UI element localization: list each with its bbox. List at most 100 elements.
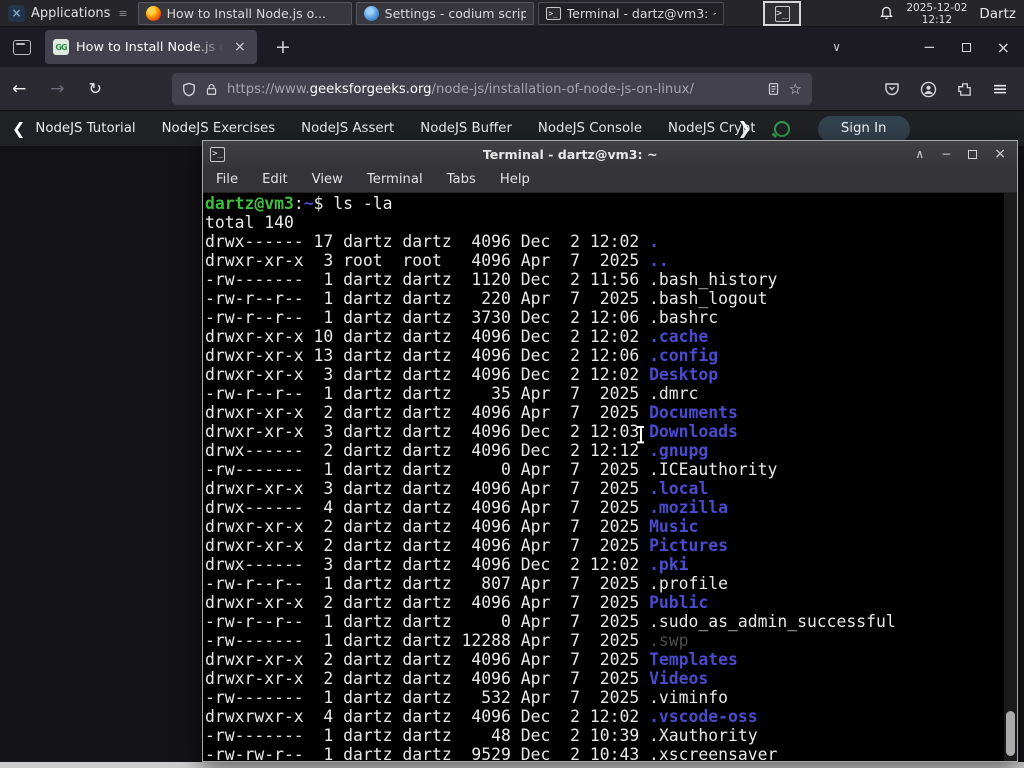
gfg-nav-item[interactable]: NodeJS Exercises [162, 121, 276, 136]
menu-help[interactable]: Help [500, 172, 530, 187]
tab-close-icon[interactable]: × [231, 39, 249, 55]
terminal-line: drwxr-xr-x 3 root root 4096 Apr 7 2025 .… [205, 251, 669, 270]
terminal-line: -rw-r--r-- 1 dartz dartz 807 Apr 7 2025 … [205, 574, 729, 593]
terminal-close-button[interactable]: × [994, 146, 1006, 162]
extensions-icon[interactable] [957, 82, 972, 97]
terminal-line: drwxr-xr-x 2 dartz dartz 4096 Apr 7 2025… [205, 536, 729, 555]
terminal-line: -rw-r--r-- 1 dartz dartz 0 Apr 7 2025 .s… [205, 612, 896, 631]
terminal-line: -rw------- 1 dartz dartz 12288 Apr 7 202… [205, 631, 689, 650]
terminal-menu-bar: File Edit View Terminal Tabs Help [203, 167, 1017, 193]
terminal-icon: >_ [774, 5, 790, 22]
lock-icon[interactable] [205, 82, 218, 97]
nav-scroll-right-icon[interactable]: ❯ [737, 119, 751, 139]
terminal-scrollbar[interactable] [1004, 193, 1017, 761]
terminal-output: dartz@vm3:~$ ls -la total 140 drwx------ 1… [205, 194, 896, 761]
terminal-line: drwx------ 4 dartz dartz 4096 Apr 7 2025… [205, 498, 729, 517]
terminal-line: drwxr-xr-x 2 dartz dartz 4096 Apr 7 2025… [205, 403, 738, 422]
applications-menu-button[interactable]: × Applications ≡ [0, 0, 136, 27]
applications-label: Applications [31, 5, 111, 21]
terminal-line: drwxr-xr-x 3 dartz dartz 4096 Dec 2 12:0… [205, 422, 738, 441]
reload-button[interactable]: ↻ [77, 79, 114, 98]
terminal-line: drwxr-xr-x 2 dartz dartz 4096 Apr 7 2025… [205, 593, 709, 612]
new-tab-button[interactable]: + [269, 36, 297, 58]
terminal-window: >_ Terminal - dartz@vm3: ~ ∧ − × File Ed… [202, 140, 1018, 762]
list-tabs-chevron-icon[interactable]: ∨ [832, 40, 841, 54]
terminal-line: -rw------- 1 dartz dartz 48 Dec 2 10:39 … [205, 726, 758, 745]
window-maximize-button[interactable] [961, 42, 971, 52]
top-panel: × Applications ≡ How to Install Node.js … [0, 0, 1024, 27]
browser-tab[interactable]: GG How to Install Node.js on × [45, 30, 257, 64]
terminal-line: dartz@vm3:~$ ls -la [205, 194, 393, 213]
terminal-line: drwxr-xr-x 10 dartz dartz 4096 Dec 2 12:… [205, 327, 709, 346]
url-bar[interactable]: https://www.geeksforgeeks.org/node-js/in… [172, 73, 812, 105]
gfg-nav-item[interactable]: NodeJS Buffer [420, 121, 512, 136]
terminal-line: drwxr-xr-x 2 dartz dartz 4096 Apr 7 2025… [205, 650, 738, 669]
menu-view[interactable]: View [312, 172, 343, 187]
firefox-icon [145, 5, 161, 21]
terminal-line: drwxr-xr-x 13 dartz dartz 4096 Dec 2 12:… [205, 346, 719, 365]
clock-time: 12:12 [921, 13, 952, 26]
tab-title: How to Install Node.js on [76, 39, 224, 55]
terminal-line: -rw------- 1 dartz dartz 1120 Dec 2 11:5… [205, 270, 778, 289]
search-icon[interactable] [773, 120, 790, 137]
terminal-minimize-button[interactable]: − [941, 147, 951, 161]
terminal-line: -rw-r--r-- 1 dartz dartz 35 Apr 7 2025 .… [205, 384, 699, 403]
terminal-line: -rw-r--r-- 1 dartz dartz 3730 Dec 2 12:0… [205, 308, 719, 327]
nav-scroll-left-icon[interactable]: ❮ [0, 119, 35, 138]
page-bottom-strip [0, 762, 1024, 768]
terminal-line: drwx------ 3 dartz dartz 4096 Dec 2 12:0… [205, 555, 689, 574]
terminal-line: drwxrwxr-x 4 dartz dartz 4096 Dec 2 12:0… [205, 707, 758, 726]
gfg-nav-item[interactable]: NodeJS Console [538, 121, 642, 136]
back-button[interactable]: ← [0, 79, 38, 99]
bookmark-star-icon[interactable]: ☆ [789, 80, 802, 98]
terminal-line: -rw-rw-r-- 1 dartz dartz 9529 Dec 2 10:4… [205, 745, 778, 761]
terminal-shade-button[interactable]: ∧ [915, 147, 924, 161]
menu-terminal[interactable]: Terminal [367, 172, 423, 187]
menu-edit[interactable]: Edit [262, 172, 288, 187]
reader-mode-icon[interactable] [767, 82, 780, 96]
notification-bell-icon[interactable] [879, 6, 894, 21]
gfg-nav-item[interactable]: NodeJS Assert [301, 121, 394, 136]
firefox-view-icon[interactable] [13, 39, 31, 55]
terminal-line: -rw------- 1 dartz dartz 532 Apr 7 2025 … [205, 688, 729, 707]
gfg-nav-items: NodeJS Tutorial NodeJS Exercises NodeJS As… [35, 121, 755, 136]
terminal-line: drwx------ 17 dartz dartz 4096 Dec 2 12:… [205, 232, 659, 251]
mouse-ibeam-cursor [636, 426, 645, 443]
panel-clock[interactable]: 2025-12-02 12:12 [906, 2, 967, 26]
gfg-favicon: GG [53, 39, 69, 55]
task-button-vscodium[interactable]: Settings - codium script... [355, 1, 534, 25]
app-menu-icon[interactable]: ≡ [992, 78, 1008, 100]
terminal-line: -rw-r--r-- 1 dartz dartz 220 Apr 7 2025 … [205, 289, 768, 308]
url-text: https://www.geeksforgeeks.org/node-js/in… [227, 81, 694, 97]
terminal-line: total 140 [205, 213, 294, 232]
window-close-button[interactable]: × [997, 38, 1010, 57]
terminal-window-title: Terminal - dartz@vm3: ~ [482, 146, 658, 162]
terminal-title-bar[interactable]: >_ Terminal - dartz@vm3: ~ ∧ − × [203, 141, 1017, 167]
terminal-line: -rw------- 1 dartz dartz 0 Apr 7 2025 .I… [205, 460, 778, 479]
task-button-terminal[interactable]: >_ Terminal - dartz@vm3: ~ [537, 1, 724, 25]
forward-button[interactable]: → [38, 79, 76, 99]
gfg-nav-item[interactable]: NodeJS Tutorial [35, 121, 135, 136]
terminal-icon: >_ [545, 6, 561, 20]
menu-lines-icon: ≡ [118, 6, 128, 20]
menu-tabs[interactable]: Tabs [447, 172, 476, 187]
terminal-line: drwxr-xr-x 3 dartz dartz 4096 Dec 2 12:0… [205, 365, 719, 384]
task-button-firefox[interactable]: How to Install Node.js o... [137, 1, 352, 25]
user-menu[interactable]: Dartz [979, 6, 1016, 22]
terminal-scrollbar-thumb[interactable] [1006, 711, 1015, 756]
terminal-line: drwx------ 2 dartz dartz 4096 Dec 2 12:1… [205, 441, 709, 460]
account-icon[interactable] [920, 81, 937, 98]
pocket-icon[interactable] [884, 81, 900, 97]
vscodium-icon [363, 5, 379, 21]
terminal-line: drwxr-xr-x 2 dartz dartz 4096 Apr 7 2025… [205, 517, 699, 536]
terminal-line: drwxr-xr-x 3 dartz dartz 4096 Apr 7 2025… [205, 479, 709, 498]
sign-in-button[interactable]: Sign In [817, 115, 910, 142]
terminal-icon: >_ [210, 146, 225, 162]
window-minimize-button[interactable]: − [923, 38, 936, 56]
shield-icon[interactable] [182, 82, 196, 97]
xfce-menu-icon: × [8, 4, 25, 22]
terminal-content[interactable]: dartz@vm3:~$ ls -la total 140 drwx------ 1… [203, 193, 1017, 761]
terminal-launcher[interactable]: >_ [763, 1, 801, 26]
terminal-maximize-button[interactable] [968, 149, 978, 159]
menu-file[interactable]: File [216, 172, 238, 187]
